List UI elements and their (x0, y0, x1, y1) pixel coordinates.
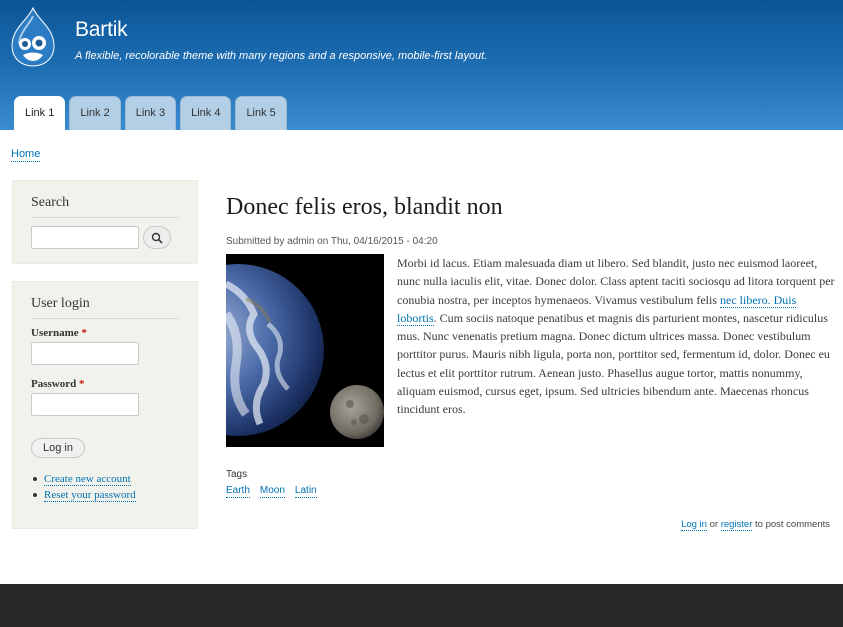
search-input[interactable] (31, 226, 139, 249)
main-menu: Link 1 Link 2 Link 3 Link 4 Link 5 (14, 96, 287, 130)
earth-and-moon-image (226, 254, 384, 447)
password-field[interactable] (31, 393, 139, 416)
username-field[interactable] (31, 342, 139, 365)
search-button[interactable] (143, 226, 171, 249)
search-block: Search (12, 180, 198, 264)
create-account-link[interactable]: Create new account (44, 473, 131, 486)
required-marker: * (78, 378, 85, 390)
user-login-block: User login Username * Password * Log in … (12, 281, 198, 529)
drupal-drop-icon[interactable] (6, 6, 60, 68)
list-item: Create new account (33, 471, 179, 487)
required-marker: * (81, 327, 87, 339)
list-item: Reset your password (33, 487, 179, 503)
tag-moon-link[interactable]: Moon (259, 485, 285, 498)
site-name[interactable]: Bartik (75, 18, 128, 42)
reset-password-link[interactable]: Reset your password (44, 489, 136, 502)
search-icon (151, 232, 163, 244)
tags-list: Earth Moon Latin (226, 485, 317, 498)
log-in-button[interactable]: Log in (31, 438, 85, 458)
tags-label: Tags (226, 469, 248, 480)
login-block-title: User login (31, 296, 179, 319)
comments-register-link[interactable]: register (720, 519, 753, 531)
node-body: Morbi id lacus. Etiam malesuada diam ut … (397, 254, 835, 419)
submitted-info: Submitted by admin on Thu, 04/16/2015 - … (226, 236, 438, 247)
search-form (31, 226, 179, 249)
comments-suffix-text: to post comments (752, 519, 830, 530)
tab-link-1[interactable]: Link 1 (14, 96, 66, 130)
tab-link-4[interactable]: Link 4 (180, 96, 232, 130)
comments-log-in-link[interactable]: Log in (681, 519, 707, 531)
breadcrumb-home[interactable]: Home (11, 148, 41, 162)
body-text-part: . Cum sociis natoque penatibus et magnis… (397, 310, 830, 417)
comments-or-text: or (706, 519, 721, 530)
tab-link-3[interactable]: Link 3 (124, 96, 177, 130)
node-title[interactable]: Donec felis eros, blandit non (226, 194, 503, 221)
login-links: Create new account Reset your password (33, 471, 179, 503)
username-label: Username * (31, 327, 87, 339)
password-label: Password * (31, 378, 85, 390)
site-slogan: A flexible, recolorable theme with many … (75, 50, 488, 62)
tag-latin-link[interactable]: Latin (294, 485, 317, 498)
tab-link-5[interactable]: Link 5 (235, 96, 287, 130)
comment-links: Log in or register to post comments (681, 519, 830, 531)
tag-earth-link[interactable]: Earth (226, 485, 250, 498)
search-block-title: Search (31, 195, 179, 218)
site-footer (0, 584, 843, 627)
site-header: Bartik A flexible, recolorable theme wit… (0, 0, 843, 130)
tab-link-2[interactable]: Link 2 (69, 96, 121, 130)
